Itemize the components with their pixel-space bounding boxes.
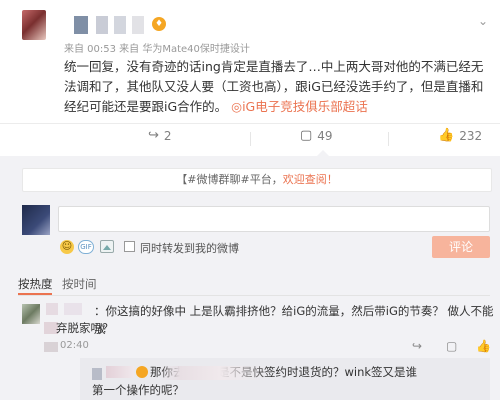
divider [18,295,490,296]
post-actions-bar: ↪ 2 ▢ 49 👍 232 [0,123,500,151]
sort-tabs: 按热度 按时间 [18,276,488,296]
weibo-post: ♦ ⌄ 来自 00:53 来自 华为Mate40保时捷设计 统一回复，没有奇迹的… [0,0,500,155]
vip-badge-icon: ♦ [152,17,166,31]
thumbs-up-icon[interactable]: 👍 [476,339,491,353]
forward-count: 2 [163,128,172,143]
repost-label: 同时转发到我的微博 [140,242,239,255]
topic-link[interactable]: ◎iG电子竞技俱乐部超话 [231,99,368,114]
comment-text: ：你这搞的好像中 上是队霸排挤他？给iG的流量，然后带iG的节奏？ 做人不能放 [94,304,494,336]
comment-icon[interactable]: ▢ [446,339,457,353]
image-icon[interactable] [100,240,114,253]
comment-panel: 【#微博群聊#平台，欢迎查阅！ ☺ GIF 同时转发到我的微博 评论 按热度 按… [0,156,500,400]
divider [388,132,389,146]
reply-text-cont: 第一个操作的呢？ [92,383,184,397]
comment-input[interactable] [58,206,490,232]
thumbs-up-icon: 👍 [438,128,455,143]
blurred-text [160,366,270,380]
forward-icon[interactable]: ↪ [412,339,422,353]
commenter-avatar[interactable] [22,304,40,324]
like-count: 232 [459,128,483,143]
notice-highlight[interactable]: 欢迎查阅！ [283,173,338,186]
comment-text-cont: 弃脱家吗？ [56,321,114,335]
group-chat-notice[interactable]: 【#微博群聊#平台，欢迎查阅！ [22,168,492,192]
reply-avatar[interactable] [92,368,102,380]
emoji-icon[interactable]: ☺ [60,240,74,254]
comment-button[interactable]: ▢ 49 [300,128,333,143]
reply-name-blurred[interactable] [106,366,134,378]
current-user-avatar [22,205,50,235]
comment-count: 49 [317,128,333,143]
vip-badge-icon [136,366,148,378]
blurred-text [44,342,58,352]
tab-time[interactable]: 按时间 [62,276,97,292]
commenter-name-blurred[interactable] [46,303,90,315]
author-avatar[interactable] [22,10,46,40]
notice-text: 【#微博群聊#平台， [176,173,283,186]
forward-button[interactable]: ↪ 2 [148,128,172,143]
post-meta: 来自 00:53 来自 华为Mate40保时捷设计 [64,44,250,55]
divider [250,132,251,146]
submit-comment-button[interactable]: 评论 [432,236,490,258]
author-name-blurred[interactable] [74,16,154,34]
gif-icon[interactable]: GIF [78,240,94,254]
repost-checkbox[interactable] [124,241,135,252]
like-button[interactable]: 👍 232 [438,128,482,143]
forward-icon: ↪ [148,128,159,143]
comment-time: 02:40 [60,340,89,351]
post-body: 统一回复，没有奇迹的话ing肯定是直播去了…中上两大哥对他的不满已经无法调和了，… [64,57,494,117]
comment-icon: ▢ [300,128,313,143]
chevron-down-icon[interactable]: ⌄ [478,14,488,28]
tab-hot[interactable]: 按热度 [18,276,53,292]
